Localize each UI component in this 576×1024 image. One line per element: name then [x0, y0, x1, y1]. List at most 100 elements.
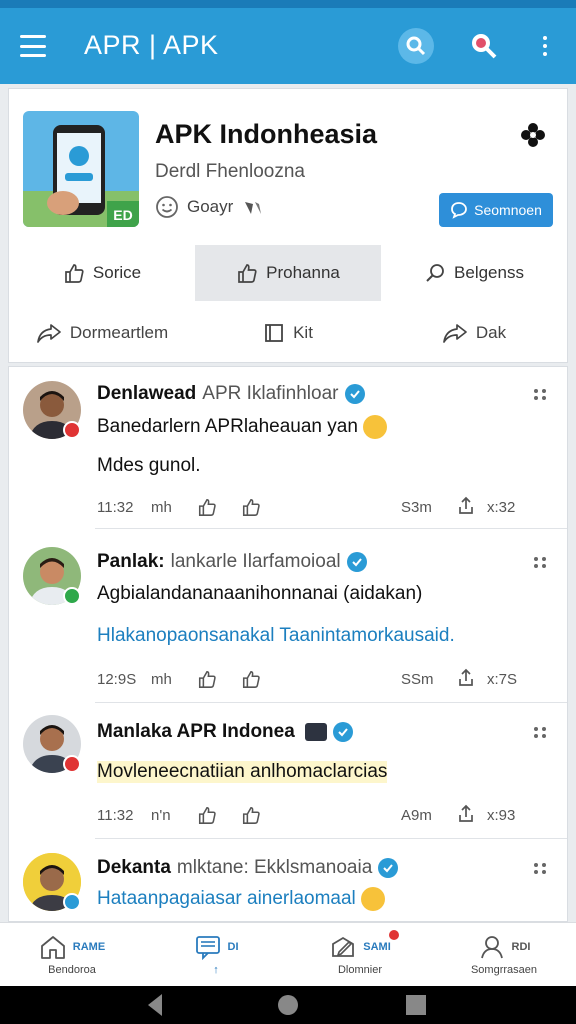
tab-belgenss[interactable]: Belgenss — [381, 245, 567, 301]
verified-icon — [346, 552, 367, 572]
verified-icon — [332, 722, 353, 742]
chat-icon — [451, 202, 468, 219]
post-meta: 11:32 n'n A9m x:93 — [97, 803, 527, 827]
rating-text: Goayr — [187, 197, 234, 216]
more-options-icon[interactable] — [534, 557, 547, 568]
post-x: x:7S — [487, 670, 518, 688]
app-name: APK Indonheasia — [155, 119, 378, 149]
nav-compose[interactable]: SAMI Dlomnier — [288, 923, 432, 986]
post-author[interactable]: Panlak: — [97, 551, 165, 573]
back-icon[interactable] — [148, 994, 162, 1016]
share-icon[interactable] — [457, 495, 487, 519]
post-count: SSm — [401, 670, 434, 688]
status-badge — [63, 893, 81, 911]
nav-home[interactable]: RAME Bendoroa — [0, 923, 144, 986]
post-feed: Denlawead APR Iklafinhloar Banedarlern A… — [8, 366, 568, 922]
status-badge — [63, 755, 81, 773]
post-item[interactable]: Denlawead APR Iklafinhloar Banedarlern A… — [9, 367, 567, 529]
post-count: A9m — [401, 806, 432, 824]
rating-row: Goayr — [155, 195, 265, 219]
bookmark-icon — [265, 324, 283, 342]
nav-label: ↑ — [213, 963, 219, 976]
status-badge — [63, 587, 81, 605]
app-icon-image: ED — [23, 111, 139, 227]
search-icon — [426, 264, 444, 282]
share-icon[interactable] — [457, 667, 487, 691]
tab-sorice[interactable]: Sorice — [9, 245, 195, 301]
more-options-icon[interactable] — [534, 389, 547, 400]
like-icon[interactable] — [197, 669, 241, 689]
post-author[interactable]: Manlaka APR Indonea — [97, 721, 295, 743]
nav-label: Dlomnier — [337, 963, 382, 976]
post-item[interactable]: Panlak: lankarle Ilarfamoioal Agbialanda… — [9, 529, 567, 703]
subscribe-button[interactable]: Seomnoen — [439, 193, 553, 227]
like-icon — [65, 264, 84, 283]
thumbs-icon — [245, 202, 262, 214]
search-icon[interactable] — [466, 28, 502, 64]
profile-actions: Dormeartlem Kit Dak — [9, 311, 567, 355]
post-time: 12:9S — [97, 670, 137, 688]
app-title: APR | APK — [84, 30, 219, 60]
action-dak[interactable]: Dak — [381, 311, 567, 355]
like-icon[interactable] — [241, 669, 285, 689]
post-mh: mh — [151, 670, 172, 688]
app-bar: APR | APK — [0, 8, 576, 84]
tag-icon — [304, 723, 327, 741]
post-x: x:93 — [487, 806, 516, 824]
bottom-navigation: RAME Bendoroa DI ↑ SAMI Dlomnier RDI Som… — [0, 922, 576, 986]
nav-label: Bendoroa — [48, 963, 96, 976]
nav-label: Somgrrasaen — [470, 963, 538, 976]
post-x: x:32 — [487, 498, 516, 516]
more-options-icon[interactable] — [534, 863, 547, 874]
verified-icon — [344, 384, 365, 404]
hamburger-menu-icon[interactable] — [20, 35, 46, 57]
app-profile-card: ED APK Indonheasia Derdl Fhenloozna Goay… — [8, 88, 568, 363]
subscribe-label: Seomnoen — [474, 202, 542, 218]
developer-name[interactable]: Derdl Fhenloozna — [155, 161, 305, 183]
status-badge — [63, 421, 81, 439]
recents-icon[interactable] — [406, 995, 426, 1015]
verified-icon — [378, 858, 399, 878]
profile-icon — [480, 935, 503, 958]
post-meta: 11:32 mh S3m x:32 — [97, 495, 527, 519]
search-icon[interactable] — [398, 28, 434, 64]
action-kit[interactable]: Kit — [195, 311, 381, 355]
post-author[interactable]: Denlawead — [97, 383, 196, 405]
emoji-icon — [361, 887, 386, 911]
post-time: 11:32 — [97, 806, 134, 824]
system-navigation-bar — [0, 986, 576, 1024]
message-icon — [195, 935, 220, 960]
smile-icon — [156, 196, 178, 218]
post-count: S3m — [401, 498, 432, 516]
share-icon — [37, 324, 61, 343]
like-icon — [238, 264, 257, 283]
post-meta: 12:9S mh SSm x:7S — [97, 667, 527, 691]
post-mh: mh — [151, 498, 172, 516]
post-text: Hataanpagaiasar ainerlaomaal — [97, 888, 356, 910]
post-handle: APR Iklafinhloar — [202, 383, 339, 404]
gear-icon[interactable] — [519, 121, 547, 154]
nav-messages[interactable]: DI ↑ — [144, 923, 288, 986]
more-vertical-icon[interactable] — [530, 28, 560, 64]
post-item[interactable]: Dekanta mlktane: Ekklsmanoaia Hataanpaga… — [9, 839, 567, 921]
post-item[interactable]: Manlaka APR Indonea Movleneecnatiian anl… — [9, 703, 567, 839]
post-text: Agbialandananaanihonnanai (aidakan) — [97, 583, 423, 604]
nav-profile[interactable]: RDI Somgrrasaen — [432, 923, 576, 986]
post-text: Movleneecnatiian anlhomaclarcias — [97, 761, 388, 783]
like-icon[interactable] — [197, 497, 241, 517]
post-text-secondary: Mdes gunol. — [97, 455, 201, 476]
notification-dot — [388, 929, 399, 940]
more-options-icon[interactable] — [534, 727, 547, 738]
home-button-icon[interactable] — [278, 995, 298, 1015]
like-icon[interactable] — [241, 497, 285, 517]
share-icon — [443, 324, 467, 343]
share-icon[interactable] — [457, 803, 487, 827]
tab-prohanna[interactable]: Prohanna — [195, 245, 381, 301]
like-icon[interactable] — [241, 805, 285, 825]
post-text-secondary[interactable]: Hlakanopaonsanakal Taanintamorkausaid. — [97, 625, 455, 647]
like-icon[interactable] — [197, 805, 241, 825]
edit-icon — [332, 936, 355, 957]
action-dormeartlem[interactable]: Dormeartlem — [9, 311, 195, 355]
post-handle: mlktane: Ekklsmanoaia — [176, 857, 373, 878]
post-author[interactable]: Dekanta — [97, 857, 171, 879]
